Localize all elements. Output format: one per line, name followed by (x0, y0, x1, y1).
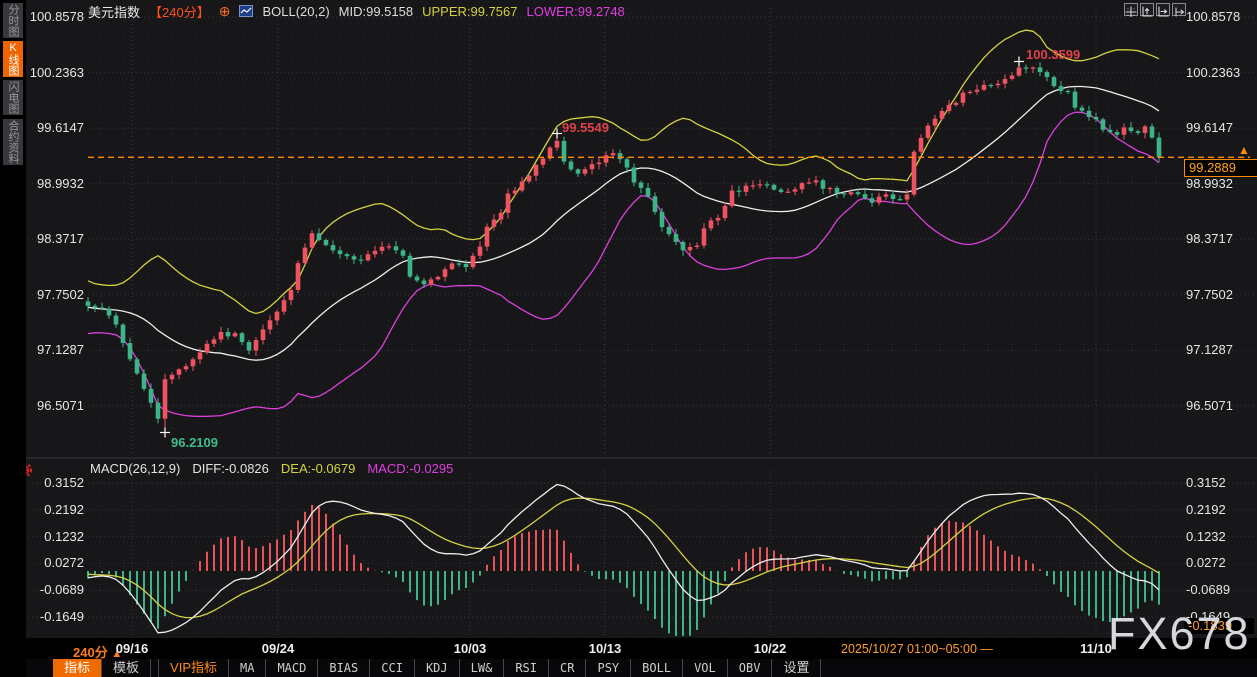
macd-tick-left: 0.2192 (44, 501, 84, 517)
toolbar-button-10[interactable]: RSI (504, 659, 550, 677)
toolbar-button-11[interactable]: CR (549, 659, 587, 677)
toolbar-button-8[interactable]: KDJ (415, 659, 460, 677)
axis-pan-icon[interactable] (1156, 3, 1170, 17)
boll-mid-label: MID:99.5158 (338, 3, 414, 19)
macd-tick-left: -0.1649 (39, 609, 84, 624)
period-label: 【240分】 (149, 4, 210, 20)
chart-header: 美元指数 【240分】 ⊕ BOLL(20,2) MID:99.5158 UPP… (88, 3, 625, 20)
crosshair-date-tooltip: 2025/10/27 01:00~05:00 — (835, 641, 999, 657)
macd-tick-right: 0.2192 (1186, 501, 1226, 517)
toolbar-button-9[interactable]: LW& (460, 659, 505, 677)
watermark: FX678 (1108, 608, 1251, 659)
goto-latest-icon[interactable] (1172, 3, 1186, 17)
price-tick-left: 98.3717 (37, 231, 84, 247)
price-tick-left: 100.2363 (29, 64, 84, 80)
price-tick-left: 97.1287 (37, 342, 84, 358)
move-icon[interactable] (1124, 3, 1138, 18)
boll-lower-label: LOWER:99.2748 (526, 3, 625, 19)
x-axis-date-label: 10/13 (588, 641, 622, 656)
price-tick-right: 97.7502 (1186, 286, 1233, 302)
symbol-title: 美元指数 (88, 4, 141, 20)
toolbar-button-3[interactable]: VIP指标 (158, 659, 229, 677)
macd-tick-left: -0.0689 (39, 582, 84, 598)
x-axis-date-label: 10/03 (453, 641, 487, 656)
toolbar-button-5[interactable]: MACD (266, 659, 319, 677)
toolbar-button-15[interactable]: OBV (728, 659, 773, 677)
macd-tick-left: 0.0272 (44, 555, 84, 571)
macd-tick-left: 0.1232 (44, 528, 84, 544)
macd-dea-label: DEA:-0.0679 (280, 461, 356, 476)
price-tick-left: 100.8578 (29, 9, 84, 24)
price-tick-left: 98.9932 (37, 175, 84, 191)
axis-zoom-icon[interactable] (1140, 3, 1154, 17)
macd-tick-right: 0.1232 (1186, 528, 1226, 544)
price-tick-left: 97.7502 (37, 286, 84, 302)
price-tick-right: 96.5071 (1186, 397, 1233, 413)
price-tick-right: 98.9932 (1186, 175, 1233, 191)
x-axis-date-label: 09/16 (115, 641, 149, 656)
swing-high-price-label: 99.5549 (562, 120, 609, 135)
sidebar-tab-2[interactable]: K线图 (3, 41, 23, 77)
macd-tick-right: 0.0272 (1186, 555, 1226, 571)
price-tick-right: 99.6147 (1186, 120, 1233, 136)
price-tick-right: 98.3717 (1186, 231, 1233, 247)
x-axis-date-label: 10/22 (753, 641, 787, 656)
toolbar-button-4[interactable]: MA (229, 659, 267, 677)
x-axis-date-label: 09/24 (261, 641, 295, 656)
toolbar-button-7[interactable]: CCI (370, 659, 415, 677)
macd-diff-label: DIFF:-0.0826 (192, 461, 269, 476)
candlestick-chart-canvas[interactable] (0, 0, 1257, 677)
price-tick-right: 100.8578 (1186, 9, 1241, 24)
last-price-tag: 99.2889 (1184, 159, 1257, 177)
price-tick-left: 99.6147 (37, 120, 84, 136)
sidebar-tab-3[interactable]: 闪电图 (3, 80, 23, 115)
toolbar-button-16[interactable]: 设置 (772, 659, 822, 677)
toolbar-button-6[interactable]: BIAS (318, 659, 371, 677)
sidebar-tab-4[interactable]: 合约资料 (3, 119, 23, 165)
toolbar-button-2[interactable]: 模板 (102, 659, 152, 677)
high-price-label: 100.3599 (1026, 47, 1081, 62)
toolbar-button-1[interactable]: 指标 (53, 659, 103, 677)
macd-header: MACD(26,12,9) DIFF:-0.0826 DEA:-0.0679 M… (90, 461, 453, 476)
line-chart-icon[interactable] (239, 5, 254, 17)
sidebar-tab-1[interactable]: 分时图 (3, 3, 23, 38)
price-tick-right: 100.2363 (1186, 64, 1241, 80)
low-price-label: 96.2109 (171, 435, 218, 450)
price-tick-right: 97.1287 (1186, 342, 1233, 358)
boll-upper-label: UPPER:99.7567 (422, 3, 518, 19)
indicator-label: BOLL(20,2) (262, 3, 330, 19)
left-sidebar: 分时图 K线图闪电图合约资料 (0, 0, 26, 677)
macd-title: MACD(26,12,9) (90, 461, 181, 476)
price-tick-left: 96.5071 (37, 397, 84, 413)
indicator-toolbar: 指标 模板 VIP指标 MA MACD BIAS CCI KDJ LW& RSI CR PSY BOLL… (0, 659, 1257, 677)
macd-tick-right: 0.3152 (1186, 475, 1226, 490)
toolbar-button-12[interactable]: PSY (586, 659, 632, 677)
macd-tick-right: -0.0689 (1186, 582, 1231, 598)
toolbar-button-13[interactable]: BOLL (631, 659, 684, 677)
macd-macd-label: MACD:-0.0295 (367, 461, 454, 476)
toolbar-button-14[interactable]: VOL (683, 659, 728, 677)
expand-icon[interactable]: ⊕ (219, 3, 231, 20)
price-up-arrow-icon: ▲ (1238, 143, 1250, 157)
